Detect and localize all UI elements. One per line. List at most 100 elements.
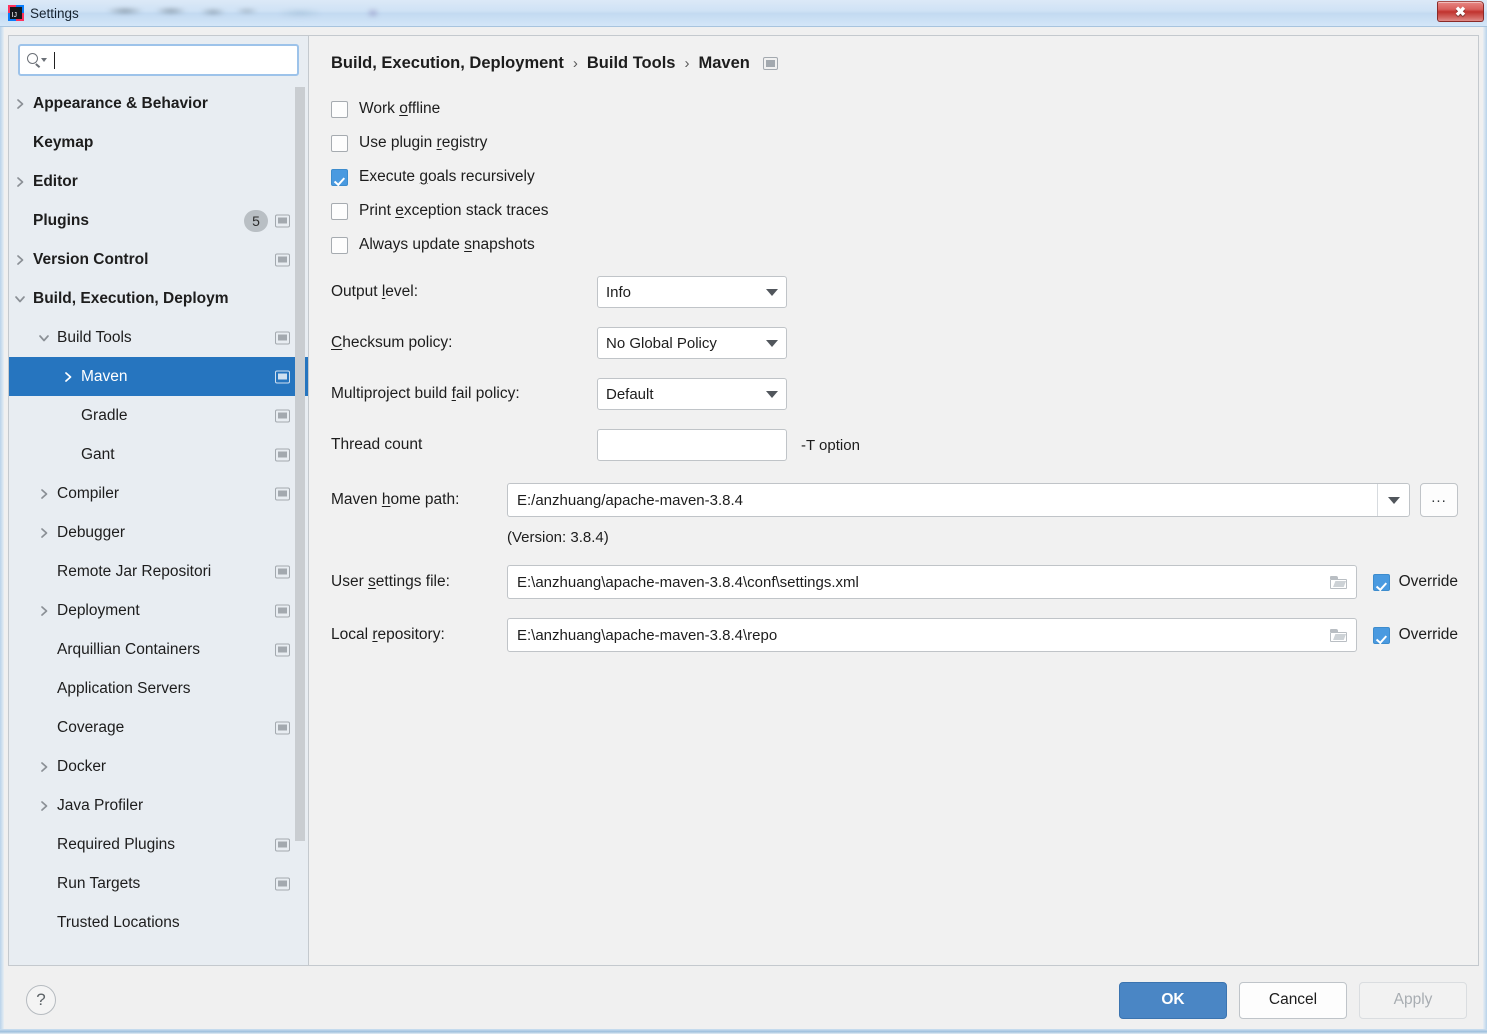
project-scope-icon — [275, 214, 290, 227]
sidebar-item-label: Remote Jar Repositori — [57, 562, 212, 580]
sidebar-item-plugins[interactable]: Plugins 5 — [9, 201, 308, 240]
chevron-down-icon[interactable] — [11, 290, 29, 308]
user-settings-override-checkbox[interactable] — [1372, 573, 1390, 591]
sidebar-item-arquillian-containers[interactable]: Arquillian Containers — [9, 630, 308, 669]
checkbox-row-work-offline[interactable]: Work offline — [331, 92, 1458, 126]
help-button[interactable]: ? — [26, 985, 56, 1015]
sidebar-item-label: Gradle — [81, 406, 128, 424]
sidebar-item-gant[interactable]: Gant — [9, 435, 308, 474]
chevron-right-icon[interactable] — [35, 758, 53, 776]
sidebar-item-label: Application Servers — [57, 679, 191, 697]
output-level-row: Output level: Info — [331, 276, 1458, 308]
sidebar-item-label: Arquillian Containers — [57, 640, 201, 658]
sidebar-item-label: Build, Execution, Deploym — [33, 289, 229, 307]
sidebar-item-version-control[interactable]: Version Control — [9, 240, 308, 279]
checkbox-row-use-plugin-registry[interactable]: Use plugin registry — [331, 126, 1458, 160]
search-icon[interactable] — [26, 52, 48, 68]
checksum-policy-select[interactable]: No Global Policy — [597, 327, 787, 359]
checkbox-always-update-snapshots[interactable] — [331, 236, 348, 254]
checksum-policy-row: Checksum policy: No Global Policy — [331, 327, 1458, 359]
sidebar-item-docker[interactable]: Docker — [9, 747, 308, 786]
sidebar-item-java-profiler[interactable]: Java Profiler — [9, 786, 308, 825]
logo-glyph: IJ — [11, 12, 17, 19]
breadcrumb-item-1[interactable]: Build Tools — [587, 54, 676, 73]
sidebar-item-application-servers[interactable]: Application Servers — [9, 669, 308, 708]
checkbox-label: Print exception stack traces — [359, 202, 549, 219]
user-settings-value[interactable]: E:\anzhuang\apache-maven-3.8.4\conf\sett… — [508, 574, 1322, 591]
maven-home-browse-button[interactable]: ... — [1420, 483, 1458, 517]
user-settings-override[interactable]: Override — [1372, 573, 1458, 591]
project-scope-icon — [275, 487, 290, 500]
sidebar-item-label: Compiler — [57, 484, 120, 502]
project-scope-icon — [275, 643, 290, 656]
sidebar-item-build-execution-deploym[interactable]: Build, Execution, Deploym — [9, 279, 308, 318]
checkbox-print-exception-stack-traces[interactable] — [331, 202, 348, 220]
sidebar-item-keymap[interactable]: Keymap — [9, 123, 308, 162]
chevron-right-icon[interactable] — [35, 602, 53, 620]
breadcrumb-item-0[interactable]: Build, Execution, Deployment — [331, 54, 564, 73]
sidebar-item-maven[interactable]: Maven — [9, 357, 308, 396]
cancel-button[interactable]: Cancel — [1239, 981, 1347, 1019]
sidebar-item-label: Editor — [33, 172, 78, 190]
project-scope-icon — [275, 838, 290, 851]
chevron-right-icon[interactable] — [11, 95, 29, 113]
chevron-right-icon[interactable] — [35, 797, 53, 815]
sidebar-item-debugger[interactable]: Debugger — [9, 513, 308, 552]
maven-home-dropdown-button[interactable] — [1377, 484, 1409, 516]
sidebar-item-run-targets[interactable]: Run Targets — [9, 864, 308, 903]
search-box[interactable] — [18, 44, 299, 76]
project-scope-icon — [275, 877, 290, 890]
close-button[interactable]: ✖ — [1437, 1, 1484, 22]
thread-count-hint: -T option — [801, 436, 860, 454]
local-repository-override-checkbox[interactable] — [1372, 626, 1390, 644]
sidebar-item-build-tools[interactable]: Build Tools — [9, 318, 308, 357]
checkbox-row-print-exception-stack-traces[interactable]: Print exception stack traces — [331, 194, 1458, 228]
chevron-right-icon[interactable] — [11, 251, 29, 269]
search-wrapper — [9, 36, 308, 83]
checkbox-use-plugin-registry[interactable] — [331, 134, 348, 152]
local-repository-browse-button[interactable] — [1322, 619, 1356, 651]
sidebar-item-label: Trusted Locations — [57, 913, 180, 931]
sidebar-item-appearance-behavior[interactable]: Appearance & Behavior — [9, 84, 308, 123]
sidebar-item-deployment[interactable]: Deployment — [9, 591, 308, 630]
sidebar-item-trusted-locations[interactable]: Trusted Locations — [9, 903, 308, 942]
chevron-right-icon[interactable] — [11, 173, 29, 191]
checkbox-row-always-update-snapshots[interactable]: Always update snapshots — [331, 228, 1458, 262]
sidebar-scrollbar-thumb[interactable] — [295, 87, 305, 841]
sidebar-item-compiler[interactable]: Compiler — [9, 474, 308, 513]
sidebar-item-required-plugins[interactable]: Required Plugins — [9, 825, 308, 864]
checkbox-row-execute-goals-recursively[interactable]: Execute goals recursively — [331, 160, 1458, 194]
project-scope-icon — [275, 370, 290, 383]
chevron-right-icon[interactable] — [35, 485, 53, 503]
fail-policy-row: Multiproject build fail policy: Default — [331, 378, 1458, 410]
local-repository-value[interactable]: E:\anzhuang\apache-maven-3.8.4\repo — [508, 627, 1322, 644]
maven-home-value[interactable]: E:/anzhuang/apache-maven-3.8.4 — [508, 492, 1377, 509]
user-settings-browse-button[interactable] — [1322, 566, 1356, 598]
sidebar-item-remote-jar-repositori[interactable]: Remote Jar Repositori — [9, 552, 308, 591]
checkbox-work-offline[interactable] — [331, 100, 348, 118]
local-repository-override[interactable]: Override — [1372, 626, 1458, 644]
fail-policy-select[interactable]: Default — [597, 378, 787, 410]
output-level-select[interactable]: Info — [597, 276, 787, 308]
ok-button[interactable]: OK — [1119, 981, 1227, 1019]
chevron-down-icon — [1387, 496, 1400, 504]
checkbox-execute-goals-recursively[interactable] — [331, 168, 348, 186]
text-caret — [54, 51, 55, 69]
chevron-right-icon[interactable] — [59, 368, 77, 386]
sidebar-item-editor[interactable]: Editor — [9, 162, 308, 201]
sidebar-item-gradle[interactable]: Gradle — [9, 396, 308, 435]
chevron-right-icon[interactable] — [35, 524, 53, 542]
local-repository-field[interactable]: E:\anzhuang\apache-maven-3.8.4\repo — [507, 618, 1357, 652]
sidebar-item-label: Deployment — [57, 601, 140, 619]
project-scope-icon — [762, 57, 778, 70]
checkbox-label: Work offline — [359, 100, 441, 117]
chevron-down-icon[interactable] — [35, 329, 53, 347]
breadcrumb-item-2[interactable]: Maven — [698, 54, 749, 73]
project-scope-icon — [275, 331, 290, 344]
maven-home-combo[interactable]: E:/anzhuang/apache-maven-3.8.4 — [507, 483, 1410, 517]
thread-count-input[interactable] — [597, 429, 787, 461]
sidebar-item-coverage[interactable]: Coverage — [9, 708, 308, 747]
user-settings-field[interactable]: E:\anzhuang\apache-maven-3.8.4\conf\sett… — [507, 565, 1357, 599]
sidebar-item-label: Required Plugins — [57, 835, 176, 853]
project-scope-icon — [275, 448, 290, 461]
